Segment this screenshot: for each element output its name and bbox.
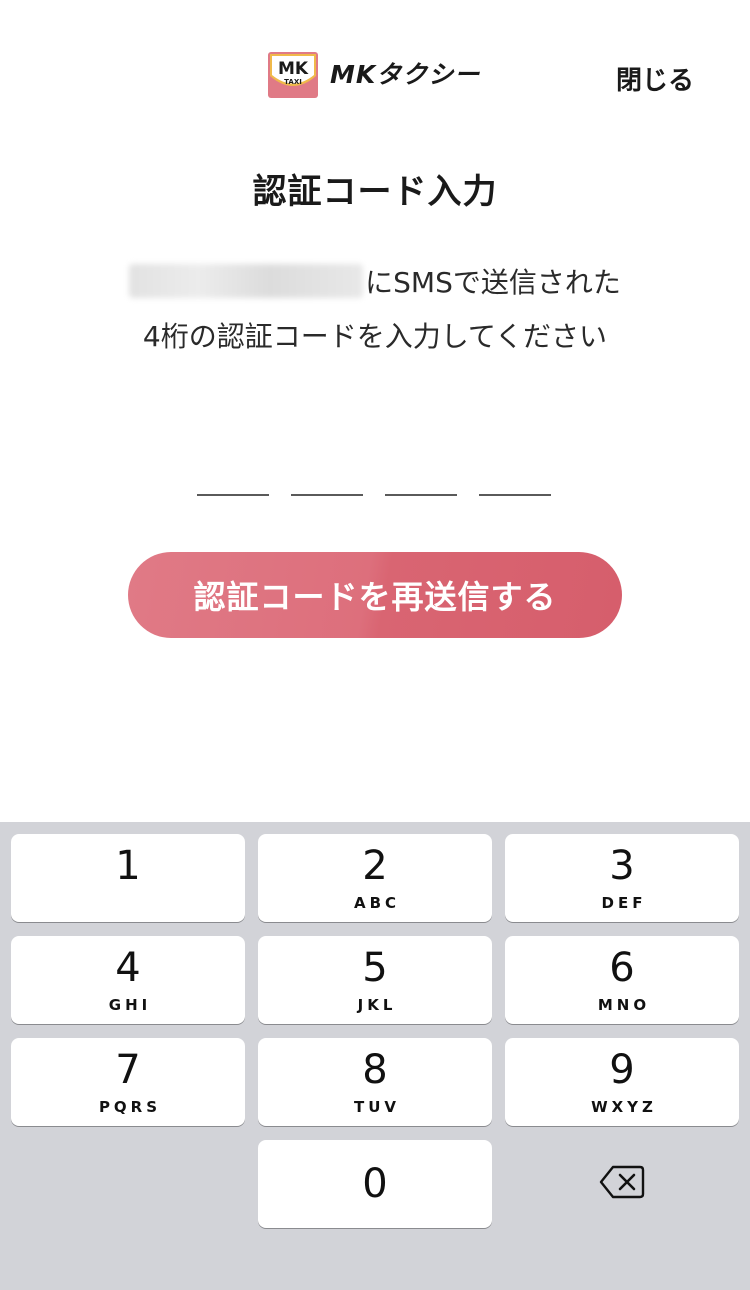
key-digit: 1 (115, 843, 141, 889)
key-8[interactable]: 8 TUV (258, 1038, 492, 1126)
key-6[interactable]: 6 MNO (505, 936, 739, 1024)
svg-text:MK: MK (278, 59, 309, 79)
key-letters: GHI (108, 996, 152, 1014)
code-digit-slot[interactable] (479, 494, 551, 496)
key-3[interactable]: 3 DEF (505, 834, 739, 922)
code-input[interactable] (197, 494, 551, 496)
mk-taxi-logo: MK TAXI MKタクシー (268, 52, 480, 98)
key-4[interactable]: 4 GHI (11, 936, 245, 1024)
key-letters: PQRS (98, 1098, 162, 1116)
backspace-button[interactable] (505, 1140, 739, 1228)
page-title: 認証コード入力 (252, 172, 498, 212)
instruction-line-2: 4桁の認証コードを入力してください (142, 320, 608, 353)
instruction-line-1: 08031826137にSMSで送信された (0, 256, 750, 310)
numeric-keypad: 1 2 ABC 3 DEF 4 GHI 5 JKL 6 MNO 7 PQRS 8… (0, 822, 750, 1290)
phone-number-redacted: 08031826137 (129, 264, 364, 298)
instruction-text: 08031826137にSMSで送信された 4桁の認証コードを入力してください (0, 256, 750, 364)
key-1[interactable]: 1 (11, 834, 245, 922)
key-letters: DEF (601, 894, 647, 912)
logo-wordmark: MKタクシー (330, 60, 481, 89)
close-button[interactable]: 閉じる (616, 60, 694, 97)
key-9[interactable]: 9 WXYZ (505, 1038, 739, 1126)
key-letters: WXYZ (591, 1098, 657, 1116)
key-7[interactable]: 7 PQRS (11, 1038, 245, 1126)
key-letters: TUV (353, 1098, 401, 1116)
key-letters: MNO (597, 996, 651, 1014)
code-digit-slot[interactable] (385, 494, 457, 496)
svg-text:TAXI: TAXI (284, 78, 302, 86)
instruction-line-1-text: にSMSで送信された (365, 266, 621, 299)
mk-badge-icon: MK TAXI (268, 52, 318, 98)
code-digit-slot[interactable] (291, 494, 363, 496)
key-digit: 8 (362, 1047, 388, 1093)
backspace-icon (599, 1164, 645, 1204)
key-digit: 5 (362, 945, 388, 991)
key-digit: 6 (609, 945, 635, 991)
key-letters: JKL (357, 996, 397, 1014)
resend-code-button[interactable]: 認証コードを再送信する (128, 552, 622, 638)
key-5[interactable]: 5 JKL (258, 936, 492, 1024)
resend-code-label: 認証コードを再送信する (193, 578, 557, 616)
key-letters: ABC (353, 894, 401, 912)
key-digit: 0 (362, 1161, 388, 1207)
key-digit: 4 (115, 945, 141, 991)
key-digit: 2 (362, 843, 388, 889)
key-digit: 7 (115, 1047, 141, 1093)
key-digit: 9 (609, 1047, 635, 1093)
key-2[interactable]: 2 ABC (258, 834, 492, 922)
header: MK TAXI MKタクシー 閉じる (0, 0, 750, 150)
key-digit: 3 (609, 843, 635, 889)
key-0[interactable]: 0 (258, 1140, 492, 1228)
code-digit-slot[interactable] (197, 494, 269, 496)
